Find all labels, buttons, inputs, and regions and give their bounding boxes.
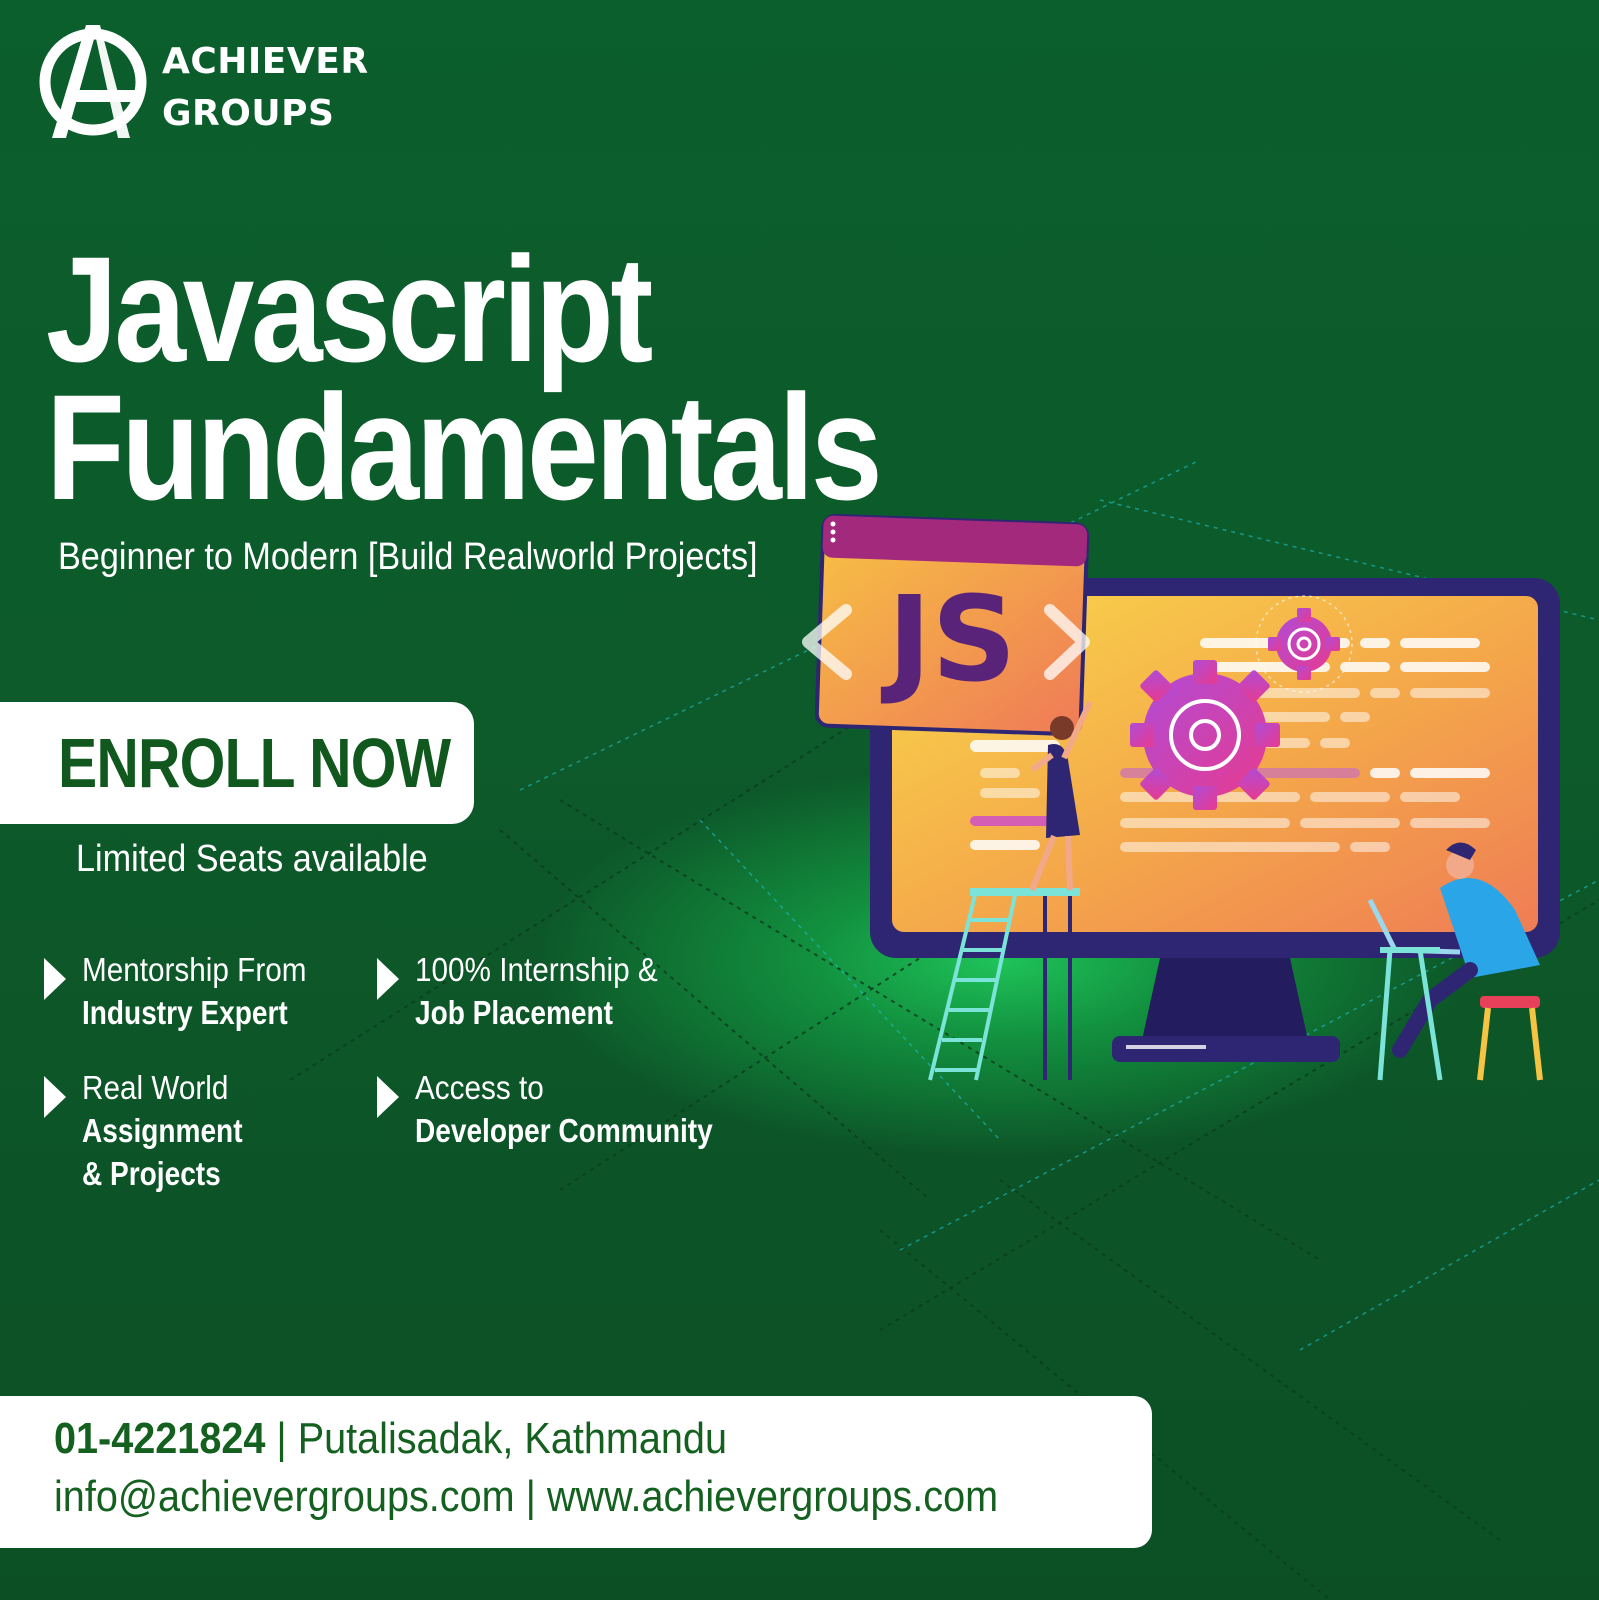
play-arrow-icon: [377, 958, 399, 1000]
title-line2: Fundamentals: [46, 363, 883, 531]
address: | Putalisadak, Kathmandu: [265, 1414, 727, 1463]
feature-real-world: Real World Assignment & Projects: [44, 1066, 271, 1195]
feature-line1: 100% Internship &: [415, 951, 658, 988]
limited-seats-note: Limited Seats available: [76, 838, 428, 880]
feature-community: Access to Developer Community: [377, 1066, 765, 1152]
brand-logo[interactable]: ACHIEVER GROUPS: [38, 20, 378, 140]
brand-name: ACHIEVER GROUPS: [162, 36, 369, 140]
gear-icon-large: [1130, 660, 1280, 810]
feature-line2: Industry Expert: [82, 994, 288, 1031]
feature-line2: Developer Community: [415, 1112, 713, 1149]
play-arrow-icon: [44, 958, 66, 1000]
feature-mentorship: Mentorship From Industry Expert: [44, 948, 331, 1034]
feature-line2: Assignment: [82, 1112, 243, 1149]
feature-line3: & Projects: [82, 1155, 221, 1192]
enroll-now-label: ENROLL NOW: [58, 724, 451, 802]
achiever-logo-icon: [39, 25, 147, 138]
title-line1: Javascript: [46, 225, 653, 393]
js-badge: JS: [802, 513, 1090, 737]
feature-internship: 100% Internship & Job Placement: [377, 948, 685, 1034]
js-badge-text: JS: [881, 570, 1017, 708]
developer-illustration: JS: [802, 513, 1560, 1081]
play-arrow-icon: [377, 1076, 399, 1118]
brand-name-line1: ACHIEVER: [162, 41, 369, 82]
feature-line1: Mentorship From: [82, 951, 307, 988]
feature-line1: Access to: [415, 1069, 544, 1106]
subtitle: Beginner to Modern [Build Realworld Proj…: [58, 536, 758, 578]
brand-name-line2: GROUPS: [162, 93, 335, 134]
enroll-now-button[interactable]: ENROLL NOW: [0, 702, 474, 824]
contact-line1: 01-4221824 | Putalisadak, Kathmandu: [54, 1414, 727, 1464]
page-title: Javascript Fundamentals: [46, 225, 883, 531]
contact-panel: 01-4221824 | Putalisadak, Kathmandu info…: [0, 1396, 1152, 1548]
feature-line2: Job Placement: [415, 994, 613, 1031]
phone-number[interactable]: 01-4221824: [54, 1414, 265, 1463]
poster: ACHIEVER GROUPS Javascript Fundamentals …: [0, 0, 1599, 1600]
email-website[interactable]: info@achievergroups.com | www.achievergr…: [54, 1472, 998, 1522]
feature-line1: Real World: [82, 1069, 229, 1106]
play-arrow-icon: [44, 1076, 66, 1118]
